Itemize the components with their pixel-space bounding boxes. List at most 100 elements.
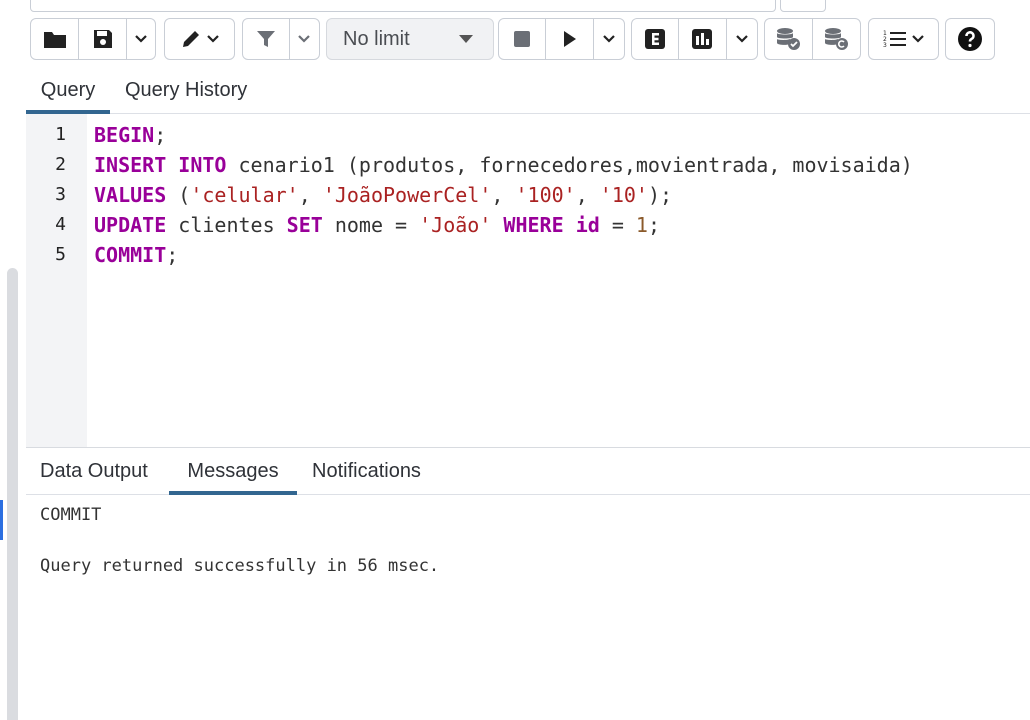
tab-messages-label: Messages	[187, 459, 279, 482]
code-line[interactable]: VALUES ('celular', 'JoãoPowerCel', '100'…	[94, 183, 672, 207]
message-line: Query returned successfully in 56 msec.	[40, 556, 440, 576]
row-limit-select[interactable]: No limit	[326, 18, 494, 60]
execute-button[interactable]	[546, 19, 594, 59]
query-toolbar: No limit 1 2 3	[26, 12, 1030, 69]
sql-keyword: UPDATE	[94, 213, 167, 237]
chevron-down-icon	[602, 35, 615, 43]
sql-text: ,	[298, 183, 323, 207]
play-icon	[564, 31, 577, 47]
pen-icon	[182, 31, 199, 47]
tab-notifications[interactable]: Notifications	[312, 448, 421, 494]
macros-icon: 123	[883, 30, 906, 49]
macros-button-group: 123	[868, 18, 939, 60]
sql-text: =	[599, 213, 636, 237]
save-file-button[interactable]	[79, 19, 127, 59]
line-number: 3	[55, 184, 66, 205]
execute-button-group	[498, 18, 625, 60]
tab-data-output-label: Data Output	[40, 459, 148, 482]
sql-keyword: WHERE	[503, 213, 564, 237]
explain-button[interactable]	[632, 19, 680, 59]
sql-string: 'celular'	[190, 183, 299, 207]
sql-text: cenario1 (produtos, fornecedores,movient…	[226, 153, 913, 177]
chevron-down-icon	[206, 35, 219, 43]
sql-text: );	[647, 183, 673, 207]
tab-query[interactable]: Query	[26, 68, 110, 114]
line-number: 4	[55, 214, 66, 235]
edit-dropdown-button[interactable]	[165, 19, 234, 59]
explain-options-dropdown[interactable]	[727, 19, 758, 59]
left-active-marker	[0, 500, 3, 540]
sql-text: (	[166, 183, 191, 207]
tab-query-history-label: Query History	[125, 79, 248, 101]
file-path-field[interactable]	[30, 0, 776, 12]
tab-data-output[interactable]: Data Output	[40, 448, 148, 494]
help-icon	[958, 27, 982, 51]
analyze-icon	[692, 29, 713, 49]
folder-icon	[43, 32, 66, 48]
line-number: 1	[55, 124, 66, 145]
execute-options-dropdown[interactable]	[594, 19, 625, 59]
sql-editor[interactable]: 1 2 3 4 5 BEGIN; INSERT INTO cenario1 (p…	[26, 114, 1030, 448]
file-button-group	[30, 18, 156, 60]
sql-keyword: INTO	[178, 153, 227, 177]
filter-button-group	[242, 18, 320, 60]
explain-icon	[645, 29, 666, 49]
chevron-down-icon	[135, 35, 147, 43]
help-button-group	[945, 18, 995, 60]
filter-button[interactable]	[243, 19, 290, 59]
line-number: 2	[55, 154, 66, 175]
open-file-button[interactable]	[31, 19, 79, 59]
explain-button-group	[631, 18, 758, 60]
row-limit-value: No limit	[343, 27, 410, 50]
line-number-gutter: 1 2 3 4 5	[26, 114, 87, 447]
stop-button[interactable]	[499, 19, 547, 59]
edit-button-group	[164, 18, 235, 60]
transaction-button-group	[764, 18, 861, 60]
left-scrollbar[interactable]	[7, 268, 18, 720]
sql-text: ,	[491, 183, 516, 207]
help-button[interactable]	[946, 19, 994, 59]
tab-notifications-label: Notifications	[312, 459, 421, 482]
messages-panel: COMMIT Query returned successfully in 56…	[26, 495, 1030, 720]
tab-query-label: Query	[40, 79, 96, 101]
filter-options-dropdown[interactable]	[290, 19, 319, 59]
sql-keyword: SET	[286, 213, 323, 237]
top-action-button[interactable]	[780, 0, 826, 12]
result-tabs: Data Output Messages Notifications	[26, 448, 1030, 495]
sql-keyword: COMMIT	[94, 243, 167, 267]
code-line[interactable]: BEGIN;	[94, 123, 166, 147]
tab-messages[interactable]: Messages	[169, 448, 297, 495]
sql-string: '100'	[515, 183, 576, 207]
commit-icon	[777, 28, 801, 50]
macros-dropdown-button[interactable]: 123	[869, 19, 938, 59]
sql-string: 'JoãoPowerCel'	[322, 183, 492, 207]
sql-text: nome =	[322, 213, 420, 237]
caret-down-icon	[459, 35, 473, 43]
code-line[interactable]: COMMIT;	[94, 243, 178, 267]
top-partial-bar	[26, 0, 1030, 12]
sql-string: 'João'	[419, 213, 492, 237]
stop-icon	[514, 31, 531, 47]
code-line[interactable]: UPDATE clientes SET nome = 'João' WHERE …	[94, 213, 660, 237]
sql-text: clientes	[166, 213, 287, 237]
save-icon	[93, 30, 112, 48]
rollback-button[interactable]	[813, 19, 861, 59]
query-tabs: Query Query History	[26, 68, 1030, 114]
chevron-down-icon	[911, 35, 924, 43]
save-options-dropdown[interactable]	[127, 19, 155, 59]
sql-keyword: BEGIN	[94, 123, 155, 147]
filter-icon	[256, 31, 275, 47]
tab-query-history[interactable]: Query History	[125, 68, 247, 113]
explain-analyze-button[interactable]	[679, 19, 727, 59]
left-panel-strip	[0, 0, 27, 720]
sql-keyword: id	[575, 213, 600, 237]
sql-text: ,	[575, 183, 600, 207]
sql-text: ;	[647, 213, 660, 237]
rollback-icon	[825, 28, 849, 50]
chevron-down-icon	[298, 35, 311, 43]
sql-number: 1	[635, 213, 648, 237]
code-line[interactable]: INSERT INTO cenario1 (produtos, forneced…	[94, 153, 913, 177]
commit-button[interactable]	[765, 19, 813, 59]
